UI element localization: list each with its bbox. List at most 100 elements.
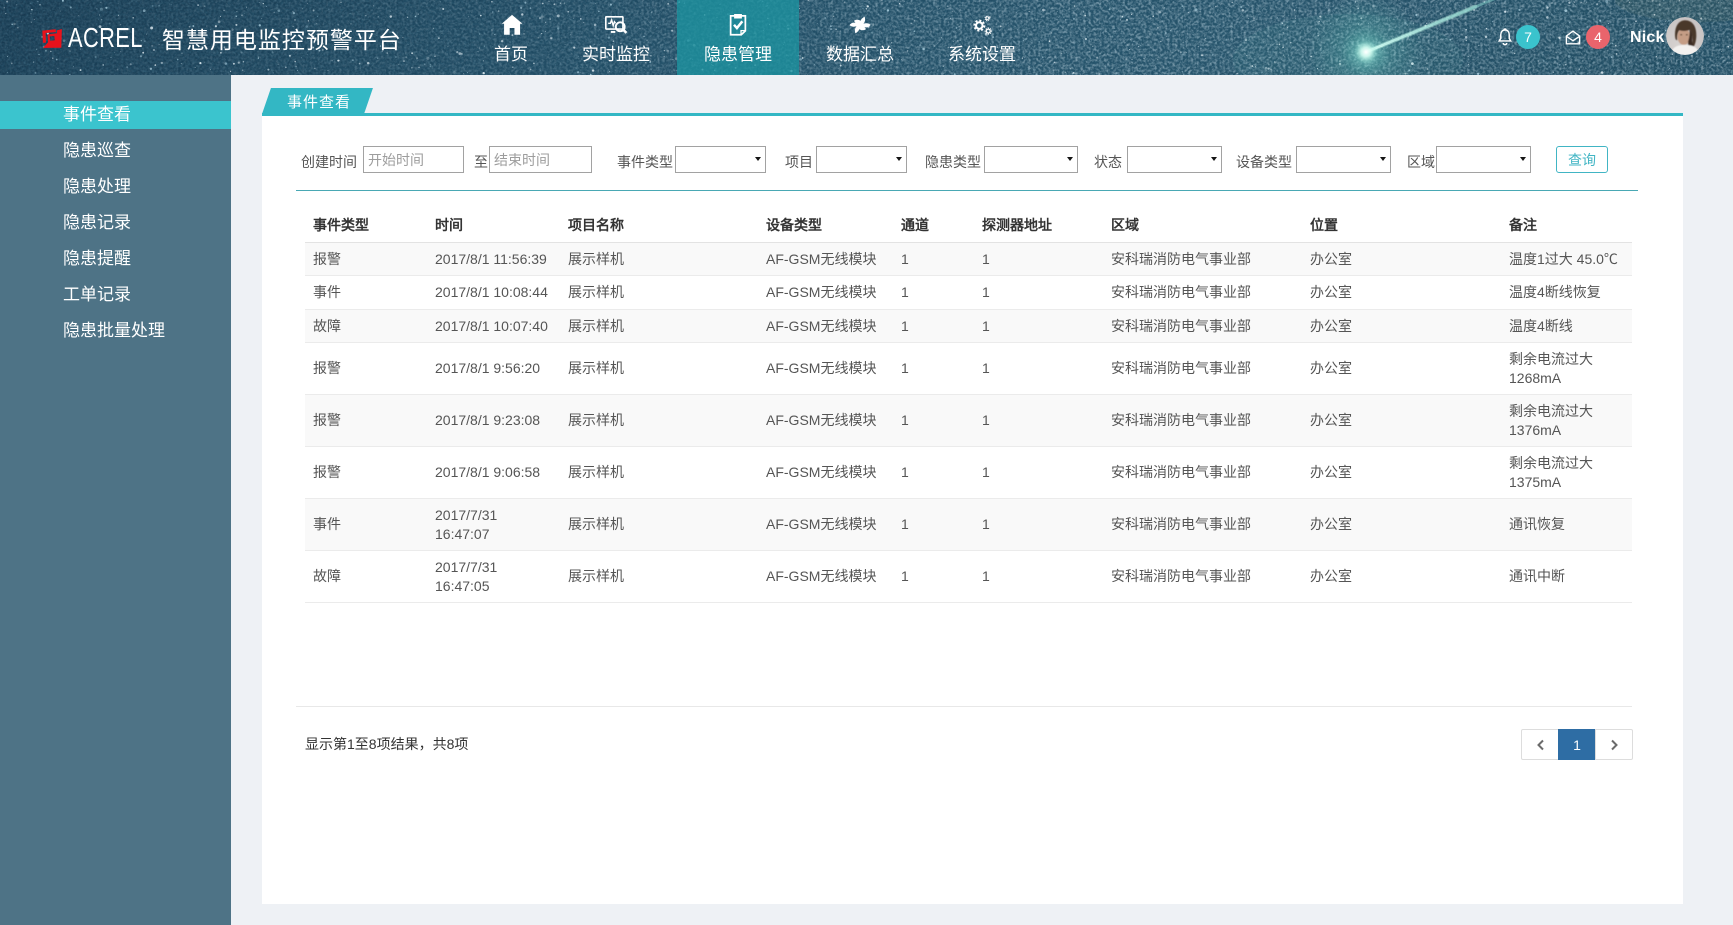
sidebar-item-7[interactable]: 隐患批量处理	[0, 317, 231, 345]
filter-status-label: 状态	[1094, 152, 1122, 172]
table-cell: 办公室	[1302, 447, 1501, 499]
table-cell: 办公室	[1302, 551, 1501, 603]
table-cell: 报警	[305, 242, 427, 276]
column-header[interactable]: 区域	[1103, 208, 1302, 243]
top-navbar: ACREL 智慧用电监控预警平台 首页实时监控隐患管理数据汇总系统设置 7 4 …	[0, 0, 1733, 75]
project-select[interactable]	[816, 146, 907, 173]
sidebar-item-6[interactable]: 工单记录	[0, 281, 231, 309]
column-header[interactable]: 时间	[427, 208, 560, 243]
table-cell: 安科瑞消防电气事业部	[1103, 276, 1302, 310]
events-table-wrap: 事件类型时间项目名称设备类型通道探测器地址区域位置备注 报警2017/8/1 1…	[305, 208, 1632, 604]
end-time-input[interactable]	[489, 146, 592, 173]
table-row[interactable]: 故障2017/7/31 16:47:05展示样机AF-GSM无线模块11安科瑞消…	[305, 551, 1632, 603]
filter-project-label: 项目	[785, 152, 813, 172]
table-bottom-rule	[296, 706, 1632, 707]
column-header[interactable]: 探测器地址	[974, 208, 1103, 243]
table-cell: 安科瑞消防电气事业部	[1103, 242, 1302, 276]
table-cell: 安科瑞消防电气事业部	[1103, 551, 1302, 603]
table-cell: 1	[974, 499, 1103, 551]
page-next-button[interactable]	[1595, 729, 1633, 760]
column-header[interactable]: 项目名称	[560, 208, 758, 243]
bell-badge[interactable]: 7	[1516, 25, 1540, 49]
sidebar-item-4[interactable]: 隐患记录	[0, 209, 231, 237]
sidebar-item-5[interactable]: 隐患提醒	[0, 245, 231, 273]
filter-event-type-label: 事件类型	[617, 152, 673, 172]
event-type-select[interactable]	[675, 146, 766, 173]
table-cell: AF-GSM无线模块	[758, 551, 893, 603]
table-cell: 安科瑞消防电气事业部	[1103, 395, 1302, 447]
table-cell: 1	[974, 242, 1103, 276]
table-cell: 通讯中断	[1501, 551, 1632, 603]
bell-icon[interactable]	[1494, 25, 1516, 49]
table-cell: 1	[893, 499, 974, 551]
tab-event-view-label: 事件查看	[287, 91, 351, 112]
chevron-left-icon	[1536, 739, 1545, 751]
table-cell: 1	[893, 242, 974, 276]
table-cell: 故障	[305, 309, 427, 343]
sidebar-item-2[interactable]: 隐患巡查	[0, 137, 231, 165]
table-cell: 2017/8/1 10:07:40	[427, 309, 560, 343]
table-row[interactable]: 事件2017/7/31 16:47:07展示样机AF-GSM无线模块11安科瑞消…	[305, 499, 1632, 551]
column-header[interactable]: 事件类型	[305, 208, 427, 243]
table-cell: 安科瑞消防电气事业部	[1103, 447, 1302, 499]
table-cell: 安科瑞消防电气事业部	[1103, 309, 1302, 343]
user-name[interactable]: Nick	[1630, 29, 1665, 47]
table-cell: 温度4断线	[1501, 309, 1632, 343]
table-cell: 1	[974, 276, 1103, 310]
table-cell: 展示样机	[560, 343, 758, 395]
avatar-photo	[1666, 17, 1704, 55]
table-cell: 展示样机	[560, 242, 758, 276]
table-cell: 办公室	[1302, 242, 1501, 276]
table-cell: 安科瑞消防电气事业部	[1103, 343, 1302, 395]
results-info: 显示第1至8项结果，共8项	[305, 734, 468, 754]
table-cell: AF-GSM无线模块	[758, 276, 893, 310]
table-cell: 办公室	[1302, 499, 1501, 551]
start-time-input[interactable]	[363, 146, 464, 173]
query-button[interactable]: 查询	[1556, 146, 1608, 173]
table-cell: 2017/8/1 11:56:39	[427, 242, 560, 276]
mail-badge[interactable]: 4	[1586, 25, 1610, 49]
table-cell: 2017/7/31 16:47:05	[427, 551, 560, 603]
table-cell: AF-GSM无线模块	[758, 395, 893, 447]
table-cell: 故障	[305, 551, 427, 603]
table-row[interactable]: 报警2017/8/1 9:56:20展示样机AF-GSM无线模块11安科瑞消防电…	[305, 343, 1632, 395]
sidebar-item-1[interactable]: 事件查看	[0, 101, 231, 129]
table-cell: 展示样机	[560, 551, 758, 603]
filter-to-label: 至	[474, 152, 488, 172]
mail-icon[interactable]	[1562, 27, 1584, 48]
table-cell: 2017/8/1 9:56:20	[427, 343, 560, 395]
table-row[interactable]: 故障2017/8/1 10:07:40展示样机AF-GSM无线模块11安科瑞消防…	[305, 309, 1632, 343]
column-header[interactable]: 位置	[1302, 208, 1501, 243]
page-prev-button[interactable]	[1521, 729, 1559, 760]
column-header[interactable]: 备注	[1501, 208, 1632, 243]
status-select[interactable]	[1127, 146, 1222, 173]
table-cell: 1	[893, 309, 974, 343]
avatar[interactable]	[1666, 17, 1704, 55]
column-header[interactable]: 通道	[893, 208, 974, 243]
table-row[interactable]: 报警2017/8/1 9:06:58展示样机AF-GSM无线模块11安科瑞消防电…	[305, 447, 1632, 499]
table-cell: 温度1过大 45.0℃	[1501, 242, 1632, 276]
table-cell: 展示样机	[560, 276, 758, 310]
table-row[interactable]: 报警2017/8/1 9:23:08展示样机AF-GSM无线模块11安科瑞消防电…	[305, 395, 1632, 447]
column-header[interactable]: 设备类型	[758, 208, 893, 243]
filter-hazard-type-label: 隐患类型	[925, 152, 981, 172]
hazard-type-select[interactable]	[984, 146, 1078, 173]
page-1-button[interactable]: 1	[1558, 729, 1596, 760]
filter-device-type-label: 设备类型	[1236, 152, 1292, 172]
table-cell: 报警	[305, 447, 427, 499]
table-cell: 事件	[305, 499, 427, 551]
table-row[interactable]: 事件2017/8/1 10:08:44展示样机AF-GSM无线模块11安科瑞消防…	[305, 276, 1632, 310]
table-cell: 1	[893, 395, 974, 447]
table-row[interactable]: 报警2017/8/1 11:56:39展示样机AF-GSM无线模块11安科瑞消防…	[305, 242, 1632, 276]
table-cell: 2017/8/1 9:23:08	[427, 395, 560, 447]
table-cell: 展示样机	[560, 309, 758, 343]
table-cell: 1	[893, 276, 974, 310]
sidebar-item-3[interactable]: 隐患处理	[0, 173, 231, 201]
table-cell: 2017/8/1 10:08:44	[427, 276, 560, 310]
table-cell: 剩余电流过大 1376mA	[1501, 395, 1632, 447]
filter-region-label: 区域	[1407, 152, 1435, 172]
table-cell: AF-GSM无线模块	[758, 242, 893, 276]
device-type-select[interactable]	[1296, 146, 1391, 173]
table-cell: 剩余电流过大 1375mA	[1501, 447, 1632, 499]
region-select[interactable]	[1436, 146, 1531, 173]
